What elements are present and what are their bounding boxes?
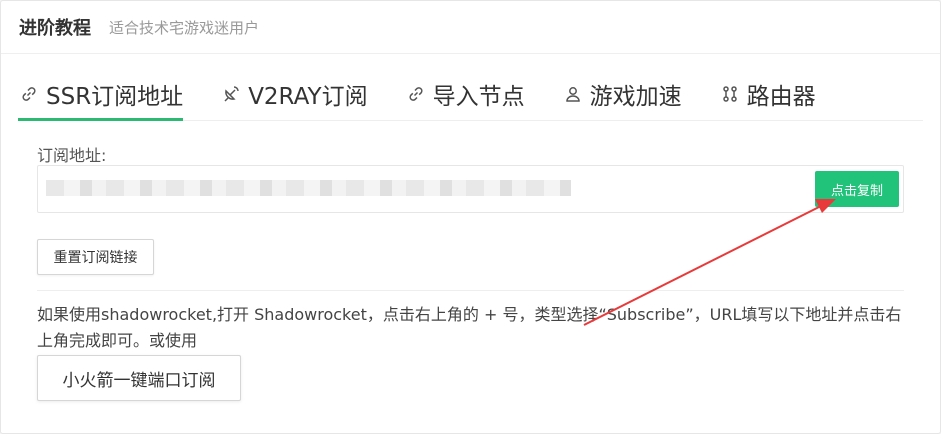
- tab-label: 导入节点: [432, 84, 525, 110]
- tab-v2ray-subscription[interactable]: V2RAY订阅: [220, 68, 368, 120]
- tab-label: 路由器: [746, 84, 816, 110]
- subscription-url-field[interactable]: 点击复制: [37, 165, 904, 213]
- shadowrocket-subscribe-button[interactable]: 小火箭一键端口订阅: [37, 355, 241, 401]
- tab-ssr-subscription[interactable]: SSR订阅地址: [18, 68, 184, 121]
- divider: [37, 290, 904, 291]
- tab-label: 游戏加速: [589, 84, 682, 110]
- page-title: 进阶教程: [19, 18, 91, 39]
- subscription-url-label: 订阅地址:: [37, 146, 107, 165]
- tab-router[interactable]: 路由器: [719, 68, 816, 120]
- tab-import-nodes[interactable]: 导入节点: [405, 68, 525, 120]
- instructions-text: 如果使用shadowrocket,打开 Shadowrocket，点击右上角的 …: [37, 305, 902, 350]
- link-icon: [405, 83, 427, 105]
- page-subtitle: 适合技术宅游戏迷用户: [109, 18, 260, 37]
- tab-label: SSR订阅地址: [46, 84, 184, 110]
- copy-button[interactable]: 点击复制: [815, 171, 899, 207]
- link-icon: [18, 83, 40, 105]
- blurred-url-value: [46, 180, 571, 196]
- satellite-icon: [220, 83, 242, 105]
- user-icon: [562, 83, 584, 105]
- router-icon: [719, 83, 741, 105]
- card-header: 进阶教程 适合技术宅游戏迷用户: [1, 1, 940, 54]
- tab-bar: SSR订阅地址 V2RAY订阅 导入节点 游戏加速 路由器: [18, 68, 923, 121]
- tab-label: V2RAY订阅: [248, 84, 368, 110]
- reset-subscription-button[interactable]: 重置订阅链接: [37, 239, 154, 275]
- tab-game-acceleration[interactable]: 游戏加速: [562, 68, 682, 120]
